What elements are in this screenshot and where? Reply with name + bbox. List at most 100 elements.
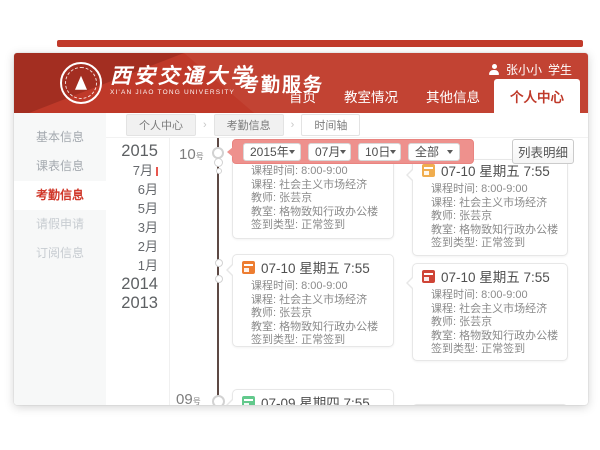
user-name: 张小小 [506,61,542,78]
chevron-right-icon: › [291,119,295,131]
university-logo-icon [60,62,102,104]
sidebar-item-schedule-info[interactable]: 课表信息 [14,152,106,181]
field-value: 8:00-9:00 [301,165,347,177]
card-field: 课程: 社会主义市场经济 [251,179,384,193]
sidebar-item-leave-request[interactable]: 请假申请 [14,210,106,239]
nav-personal-center[interactable]: 个人中心 [494,79,580,113]
sidebar-item-basic-info[interactable]: 基本信息 [14,123,106,152]
year-filter-dropdown[interactable]: 2015年 [243,143,301,161]
field-label: 课程时间: [251,280,298,292]
sidebar: 基本信息 课表信息 考勤信息 请假申请 订阅信息 [14,113,106,405]
month-filter-dropdown[interactable]: 07月 [308,143,351,161]
sidebar-item-subscription-info[interactable]: 订阅信息 [14,239,106,268]
attendance-card: 07-10 星期五 7:55 课程时间: 8:00-9:00课程: 社会主义市场… [232,254,394,347]
field-value: 8:00-9:00 [481,183,527,195]
card-field: 教师: 张芸京 [251,307,384,321]
breadcrumb-timeline[interactable]: 时间轴 [301,114,360,136]
breadcrumb-attendance-info[interactable]: 考勤信息 [214,114,284,136]
field-label: 教师: [431,210,456,222]
sidebar-item-attendance-info[interactable]: 考勤信息 [14,181,106,210]
month-filter-value: 07月 [315,143,340,160]
month-nav-january[interactable]: 1月 [110,256,166,275]
card-field: 课程时间: 8:00-9:00 [251,165,384,179]
field-value: 正常签到 [301,219,345,231]
card-tail [226,263,233,277]
card-field: 课程: 社会主义市场经济 [431,197,558,211]
chevron-down-icon [340,150,346,157]
nav-other-info[interactable]: 其他信息 [412,80,494,113]
attendance-status-icon [422,164,435,177]
field-label: 教室: [251,321,276,333]
field-value: 格物致知行政办公楼 [279,206,378,218]
breadcrumb-personal-center[interactable]: 个人中心 [126,114,196,136]
field-value: 社会主义市场经济 [459,303,547,315]
day-suffix: 号 [196,152,204,161]
university-name-cn: 西安交通大学 [110,64,254,88]
card-header: 07-09 星期四 7:55 [242,394,384,405]
field-value: 格物致知行政办公楼 [459,224,558,236]
day-marker-10: 10号 [179,146,204,164]
field-label: 教室: [431,330,456,342]
attendance-card-partial [412,404,568,405]
year-nav-2015[interactable]: 2015 [110,142,166,161]
month-nav-february[interactable]: 2月 [110,237,166,256]
field-value: 格物致知行政办公楼 [279,321,378,333]
card-field: 教师: 张芸京 [431,210,558,224]
field-label: 签到类型: [431,343,478,355]
card-field: 课程: 社会主义市场经济 [431,303,558,317]
year-nav-2013[interactable]: 2013 [110,294,166,313]
attendance-card: 07-09 星期四 7:55 [232,389,394,405]
university-name-en: XI'AN JIAO TONG UNIVERSITY [110,89,254,96]
field-value: 张芸京 [459,210,492,222]
type-filter-value: 全部 [415,143,439,160]
attendance-status-icon [242,396,255,406]
field-label: 课程: [251,294,276,306]
day-filter-dropdown[interactable]: 10日 [358,143,401,161]
year-nav-2014[interactable]: 2014 [110,275,166,294]
card-tail [406,276,413,290]
timeline-node [214,158,223,167]
field-label: 教室: [431,224,456,236]
card-field: 教室: 格物致知行政办公楼 [251,321,384,335]
field-label: 课程: [431,197,456,209]
card-field: 签到类型: 正常签到 [251,219,384,233]
month-nav-may[interactable]: 5月 [110,199,166,218]
field-value: 张芸京 [279,192,312,204]
year-filter-value: 2015年 [250,143,289,160]
card-body: 课程时间: 8:00-9:00课程: 社会主义市场经济教师: 张芸京教室: 格物… [422,183,558,251]
top-accent-bar [57,40,583,47]
card-header: 07-10 星期五 7:55 [242,259,384,275]
field-value: 张芸京 [279,307,312,319]
field-value: 社会主义市场经济 [459,197,547,209]
attendance-status-icon [422,270,435,283]
list-detail-button[interactable]: 列表明细 [512,139,574,164]
field-label: 教室: [251,206,276,218]
card-header: 07-10 星期五 7:55 [422,268,558,284]
nav-classrooms[interactable]: 教室情况 [330,80,412,113]
card-field: 课程: 社会主义市场经济 [251,294,384,308]
month-nav-june[interactable]: 6月 [110,180,166,199]
page: 西安交通大学 XI'AN JIAO TONG UNIVERSITY 考勤服务 张… [0,0,600,450]
chevron-right-icon: › [203,119,207,131]
card-field: 教师: 张芸京 [251,192,384,206]
day-number: 10 [179,146,196,163]
chevron-down-icon [289,150,295,157]
nav-home[interactable]: 首页 [275,80,330,113]
card-body: 课程时间: 8:00-9:00课程: 社会主义市场经济教师: 张芸京教室: 格物… [242,280,384,348]
column-divider [169,138,170,405]
timeline-line [217,138,219,405]
field-label: 课程时间: [431,289,478,301]
card-field: 教室: 格物致知行政办公楼 [431,224,558,238]
user-role: 学生 [548,61,572,78]
type-filter-dropdown[interactable]: 全部 [408,143,460,161]
main-nav: 首页 教室情况 其他信息 个人中心 [275,79,580,113]
field-label: 签到类型: [431,237,478,249]
person-icon [489,64,500,75]
user-menu[interactable]: 张小小 学生 [489,61,572,78]
field-label: 教师: [431,316,456,328]
month-nav-march[interactable]: 3月 [110,218,166,237]
month-nav-july[interactable]: 7月 [110,161,166,180]
field-value: 正常签到 [481,237,525,249]
timeline-node [215,259,223,267]
field-value: 张芸京 [459,316,492,328]
